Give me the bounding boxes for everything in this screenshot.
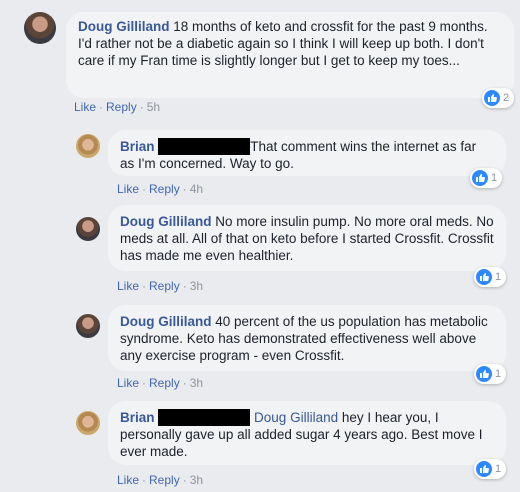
reply-link[interactable]: Reply [149,279,180,293]
comment-bubble: Brian That comment wins the internet as … [108,130,506,176]
comment-bubble: Brian Doug Gilliland hey I hear you, I p… [108,401,506,465]
avatar[interactable] [24,12,56,44]
like-link[interactable]: Like [74,100,96,114]
redaction-bar [158,409,251,426]
reply-link[interactable]: Reply [106,100,137,114]
comment-author[interactable]: Doug Gilliland [120,314,212,329]
avatar[interactable] [76,314,100,338]
reply-comment: Brian Doug Gilliland hey I hear you, I p… [0,399,520,492]
comment-timestamp[interactable]: 3h [190,279,203,293]
comment-bubble: Doug Gilliland 40 percent of the us popu… [108,305,506,371]
reaction-count: 1 [495,463,502,475]
reaction-count: 1 [491,172,498,184]
comment-actions: Like · Reply · 3h [117,279,204,293]
like-thumbs-up-icon [484,90,500,106]
reply-link[interactable]: Reply [149,376,180,390]
comment-actions: Like · Reply · 5h [74,100,161,114]
comment-author[interactable]: Doug Gilliland [120,214,212,229]
like-link[interactable]: Like [117,279,139,293]
reaction-count: 1 [495,368,502,380]
like-link[interactable]: Like [117,182,139,196]
reply-comment: Brian That comment wins the internet as … [0,120,520,205]
comment-bubble: Doug Gilliland No more insulin pump. No … [108,205,506,271]
avatar[interactable] [76,134,100,158]
reactions-badge[interactable]: 2 [482,88,515,108]
reaction-count: 1 [495,271,502,283]
comment-timestamp[interactable]: 5h [147,100,160,114]
reactions-badge[interactable]: 1 [474,267,507,287]
comment-author[interactable]: Brian [120,410,155,425]
reactions-badge[interactable]: 1 [474,364,507,384]
like-thumbs-up-icon [476,461,492,477]
like-thumbs-up-icon [476,366,492,382]
comment: Doug Gilliland 18 months of keto and cro… [0,0,520,120]
like-thumbs-up-icon [472,170,488,186]
reactions-badge[interactable]: 1 [470,168,503,188]
like-thumbs-up-icon [476,269,492,285]
comment-timestamp[interactable]: 3h [190,473,203,487]
avatar[interactable] [76,411,100,435]
reply-comment: Doug Gilliland No more insulin pump. No … [0,205,520,302]
reply-comment: Doug Gilliland 40 percent of the us popu… [0,302,520,399]
comment-timestamp[interactable]: 3h [190,376,203,390]
comment-actions: Like · Reply · 3h [117,376,204,390]
comment-bubble: Doug Gilliland 18 months of keto and cro… [66,12,514,98]
comment-actions: Like · Reply · 4h [117,182,204,196]
reply-link[interactable]: Reply [149,182,180,196]
comment-timestamp[interactable]: 4h [190,182,203,196]
avatar[interactable] [76,217,100,241]
like-link[interactable]: Like [117,473,139,487]
comment-actions: Like · Reply · 3h [117,473,204,487]
reply-link[interactable]: Reply [149,473,180,487]
redaction-bar [158,138,251,155]
reaction-count: 2 [503,92,510,104]
reactions-badge[interactable]: 1 [474,459,507,479]
comment-author[interactable]: Doug Gilliland [78,19,170,34]
like-link[interactable]: Like [117,376,139,390]
mention-link[interactable]: Doug Gilliland [254,410,338,425]
comment-author[interactable]: Brian [120,139,155,154]
